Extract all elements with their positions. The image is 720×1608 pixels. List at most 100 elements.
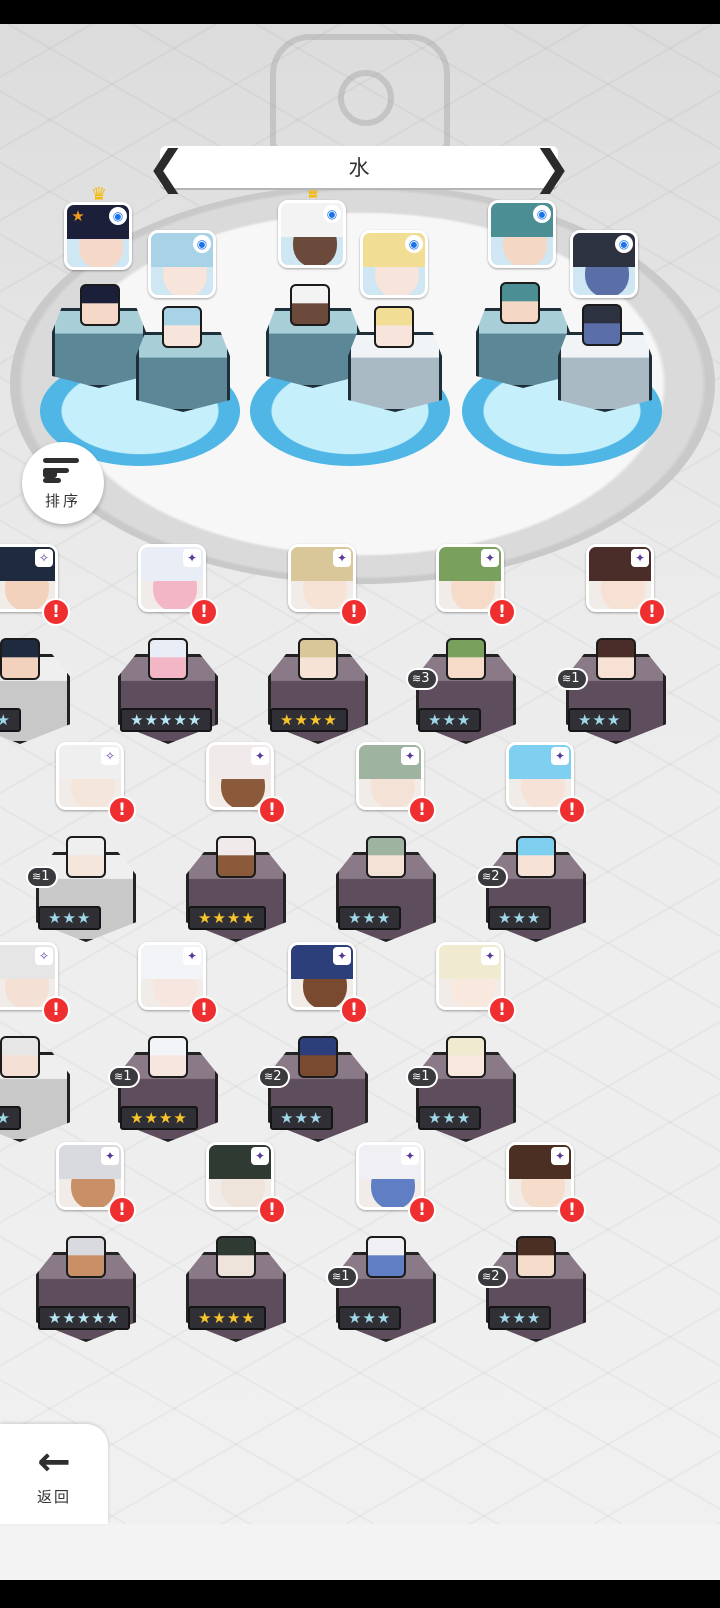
rank-marker-icon: ✦	[333, 947, 351, 965]
notification-alert-icon: !	[340, 996, 368, 1024]
element-title: 水	[348, 156, 370, 180]
rarity-stars: ★★★★★	[38, 1306, 131, 1330]
notification-alert-icon: !	[558, 796, 586, 824]
character-sprite	[0, 1036, 40, 1078]
notification-alert-icon: !	[190, 996, 218, 1024]
character-sprite	[366, 836, 406, 878]
background-emblem	[270, 34, 450, 154]
team-slot-6-portrait[interactable]: ◉	[570, 230, 638, 298]
team-slot-5-portrait[interactable]: ◉	[488, 200, 556, 268]
notification-alert-icon: !	[638, 598, 666, 626]
prev-element-button[interactable]: ❮	[147, 144, 186, 190]
team-member-marker-icon: ◉	[109, 207, 127, 225]
character-sprite	[366, 1236, 406, 1278]
character-sprite	[216, 1236, 256, 1278]
rarity-stars: ★★★★★	[120, 708, 213, 732]
notification-alert-icon: !	[258, 1196, 286, 1224]
rank-marker-icon: ✦	[401, 1147, 419, 1165]
leader-crown-icon: ♛	[90, 184, 108, 205]
rank-marker-icon: ✦	[551, 1147, 569, 1165]
character-sprite	[0, 638, 40, 680]
duplicate-count: 1	[123, 1069, 132, 1084]
team-member-marker-icon: ◉	[323, 205, 341, 223]
character-sprite	[298, 638, 338, 680]
notification-alert-icon: !	[108, 1196, 136, 1224]
duplicate-count-badge: ≋ 2	[476, 1266, 508, 1288]
duplicate-count: 2	[491, 1269, 500, 1284]
navigation-bar	[0, 1580, 720, 1608]
rank-marker-icon: ✦	[551, 747, 569, 765]
stack-icon: ≋	[332, 1270, 341, 1283]
back-button[interactable]: ← 返回	[0, 1424, 108, 1524]
character-sprite	[66, 836, 106, 878]
character-sprite	[596, 638, 636, 680]
character-sprite	[298, 1036, 338, 1078]
back-arrow-icon: ←	[37, 1438, 71, 1485]
rank-marker-icon: ✦	[183, 947, 201, 965]
character-sprite	[500, 282, 540, 324]
team-slot-2-portrait[interactable]: ◉	[148, 230, 216, 298]
rank-marker-icon: ✦	[481, 549, 499, 567]
team-member-marker-icon: ◉	[533, 205, 551, 223]
rank-marker-icon: ✦	[333, 549, 351, 567]
character-sprite	[516, 1236, 556, 1278]
character-sprite	[582, 304, 622, 346]
notification-alert-icon: !	[408, 1196, 436, 1224]
duplicate-count: 1	[341, 1269, 350, 1284]
rarity-stars: ★★★	[38, 906, 102, 930]
team-slot-4-portrait[interactable]: ◉	[360, 230, 428, 298]
character-sprite	[374, 306, 414, 348]
team-slot-1-portrait[interactable]: ◉ ★	[64, 202, 132, 270]
duplicate-count-badge: ≋ 1	[326, 1266, 358, 1288]
sort-label: 排序	[44, 491, 81, 510]
sort-button[interactable]: 排序	[22, 442, 104, 524]
character-sprite	[162, 306, 202, 348]
rarity-stars: ★★★	[270, 1106, 334, 1130]
rank-marker-icon: ✧	[101, 747, 119, 765]
duplicate-count: 2	[273, 1069, 282, 1084]
stack-icon: ≋	[114, 1070, 123, 1083]
rarity-stars: ★★★★	[188, 1306, 266, 1330]
character-sprite	[446, 638, 486, 680]
rank-marker-icon: ✦	[183, 549, 201, 567]
duplicate-count-badge: ≋ 3	[406, 668, 438, 690]
notification-alert-icon: !	[488, 598, 516, 626]
rank-marker-icon: ✦	[481, 947, 499, 965]
team-member-marker-icon: ◉	[193, 235, 211, 253]
notification-alert-icon: !	[42, 598, 70, 626]
element-selector: ❮ 水 ❯	[147, 144, 572, 190]
stack-icon: ≋	[32, 870, 41, 883]
notification-alert-icon: !	[42, 996, 70, 1024]
rarity-stars: ★★★	[338, 906, 402, 930]
duplicate-count: 2	[491, 869, 500, 884]
character-sprite	[148, 638, 188, 680]
notification-alert-icon: !	[408, 796, 436, 824]
rank-marker-icon: ✦	[401, 747, 419, 765]
rarity-stars: ★★★★	[120, 1106, 198, 1130]
duplicate-count: 3	[421, 671, 430, 686]
team-slot-3-portrait[interactable]: ◉	[278, 200, 346, 268]
rank-marker-icon: ✦	[631, 549, 649, 567]
bottom-strip	[0, 1524, 720, 1580]
rank-marker-icon: ✦	[251, 747, 269, 765]
notification-alert-icon: !	[108, 796, 136, 824]
back-label: 返回	[36, 1487, 71, 1506]
notification-alert-icon: !	[340, 598, 368, 626]
duplicate-count-badge: ≋ 2	[476, 866, 508, 888]
next-element-button[interactable]: ❯	[533, 144, 572, 190]
rarity-stars: ★★★	[338, 1306, 402, 1330]
character-sprite	[66, 1236, 106, 1278]
character-sprite	[516, 836, 556, 878]
notification-alert-icon: !	[258, 796, 286, 824]
rank-marker-icon: ✧	[35, 549, 53, 567]
stack-icon: ≋	[482, 1270, 491, 1283]
team-member-marker-icon: ◉	[405, 235, 423, 253]
rarity-stars: ★★★	[488, 1306, 552, 1330]
stack-icon: ≋	[412, 672, 421, 685]
duplicate-count-badge: ≋ 1	[26, 866, 58, 888]
rarity-stars: ★★	[0, 708, 21, 732]
rank-marker-icon: ✦	[101, 1147, 119, 1165]
duplicate-count: 1	[571, 671, 580, 686]
sort-icon	[43, 456, 83, 486]
roster-scene: ◉★♛◉◉♛◉◉◉ ✧!★★✦!★★★★★✦!★★★★✦!★★★≋3✦!★★★≋…	[0, 24, 720, 1524]
